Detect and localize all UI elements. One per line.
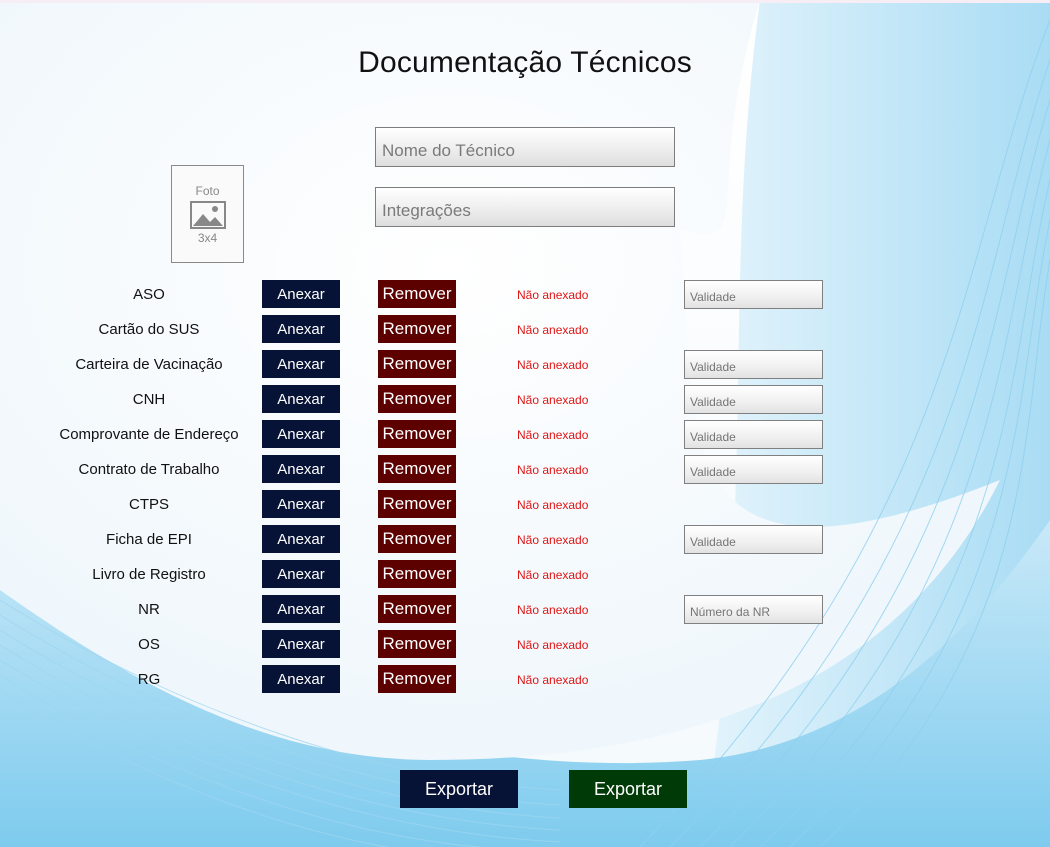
document-label: RG [137, 671, 161, 688]
document-label: CTPS [128, 496, 169, 513]
remove-button[interactable]: Remover [378, 665, 456, 693]
photo-placeholder[interactable]: Foto 3x4 [171, 165, 244, 263]
attach-button[interactable]: Anexar [262, 490, 340, 518]
document-row: Comprovante de Endereço Anexar Remover Não … [0, 420, 1050, 450]
attachment-status: Não anexado [517, 428, 589, 442]
document-label: Livro de Registro [92, 566, 206, 583]
attach-button[interactable]: Anexar [262, 525, 340, 553]
remove-button[interactable]: Remover [378, 315, 456, 343]
document-label: NR [138, 601, 160, 618]
attach-button[interactable]: Anexar [262, 315, 340, 343]
attachment-status: Não anexado [517, 393, 589, 407]
document-row: CTPS Anexar Remover Não anexado [0, 490, 1050, 520]
validity-input[interactable] [684, 350, 823, 379]
validity-input[interactable] [684, 280, 823, 309]
attach-button[interactable]: Anexar [262, 630, 340, 658]
attach-button[interactable]: Anexar [262, 560, 340, 588]
validity-input[interactable] [684, 455, 823, 484]
document-label: Comprovante de Endereço [59, 426, 239, 443]
validity-input[interactable] [684, 385, 823, 414]
attach-button[interactable]: Anexar [262, 665, 340, 693]
attachment-status: Não anexado [517, 603, 589, 617]
remove-button[interactable]: Remover [378, 630, 456, 658]
attachment-status: Não anexado [517, 533, 589, 547]
validity-input[interactable] [684, 525, 823, 554]
attach-button[interactable]: Anexar [262, 595, 340, 623]
attach-button[interactable]: Anexar [262, 280, 340, 308]
page-title: Documentação Técnicos [358, 46, 692, 79]
remove-button[interactable]: Remover [378, 350, 456, 378]
document-row: NR Anexar Remover Não anexado [0, 595, 1050, 625]
document-row: CNH Anexar Remover Não anexado [0, 385, 1050, 415]
document-label: OS [138, 636, 160, 653]
attach-button[interactable]: Anexar [262, 455, 340, 483]
remove-button[interactable]: Remover [378, 560, 456, 588]
attachment-status: Não anexado [517, 673, 589, 687]
document-row: Ficha de EPI Anexar Remover Não anexado [0, 525, 1050, 555]
document-label: Ficha de EPI [106, 531, 192, 548]
remove-button[interactable]: Remover [378, 420, 456, 448]
document-label: Carteira de Vacinação [75, 356, 223, 373]
remove-button[interactable]: Remover [378, 525, 456, 553]
attachment-status: Não anexado [517, 498, 589, 512]
document-label: CNH [132, 391, 166, 408]
attachment-status: Não anexado [517, 463, 589, 477]
remove-button[interactable]: Remover [378, 490, 456, 518]
integrations-input[interactable] [375, 187, 675, 227]
document-row: Contrato de Trabalho Anexar Remover Não ane… [0, 455, 1050, 485]
photo-size-label: 3x4 [197, 230, 218, 245]
document-label: Cartão do SUS [98, 321, 200, 338]
attachment-status: Não anexado [517, 638, 589, 652]
export-button-secondary[interactable]: Exportar [569, 770, 687, 808]
document-row: Carteira de Vacinação Anexar Remover Não an… [0, 350, 1050, 380]
attachment-status: Não anexado [517, 288, 589, 302]
document-form: Documentação Técnicos Foto 3x4 ASO Anexar… [0, 0, 1050, 847]
technician-name-input[interactable] [375, 127, 675, 167]
attachment-status: Não anexado [517, 568, 589, 582]
remove-button[interactable]: Remover [378, 595, 456, 623]
remove-button[interactable]: Remover [378, 455, 456, 483]
attachment-status: Não anexado [517, 358, 589, 372]
attachment-status: Não anexado [517, 323, 589, 337]
remove-button[interactable]: Remover [378, 280, 456, 308]
document-label: Contrato de Trabalho [78, 461, 220, 478]
document-row: Livro de Registro Anexar Remover Não anexad… [0, 560, 1050, 590]
attach-button[interactable]: Anexar [262, 385, 340, 413]
document-label: ASO [133, 286, 165, 303]
document-row: ASO Anexar Remover Não anexado [0, 280, 1050, 310]
export-button[interactable]: Exportar [400, 770, 518, 808]
document-row: RG Anexar Remover Não anexado [0, 665, 1050, 695]
image-icon [189, 200, 226, 229]
remove-button[interactable]: Remover [378, 385, 456, 413]
validity-input[interactable] [684, 420, 823, 449]
nr-number-input[interactable] [684, 595, 823, 624]
attach-button[interactable]: Anexar [262, 420, 340, 448]
document-row: Cartão do SUS Anexar Remover Não anexado [0, 315, 1050, 345]
attach-button[interactable]: Anexar [262, 350, 340, 378]
document-row: OS Anexar Remover Não anexado [0, 630, 1050, 660]
photo-label: Foto [195, 183, 220, 198]
